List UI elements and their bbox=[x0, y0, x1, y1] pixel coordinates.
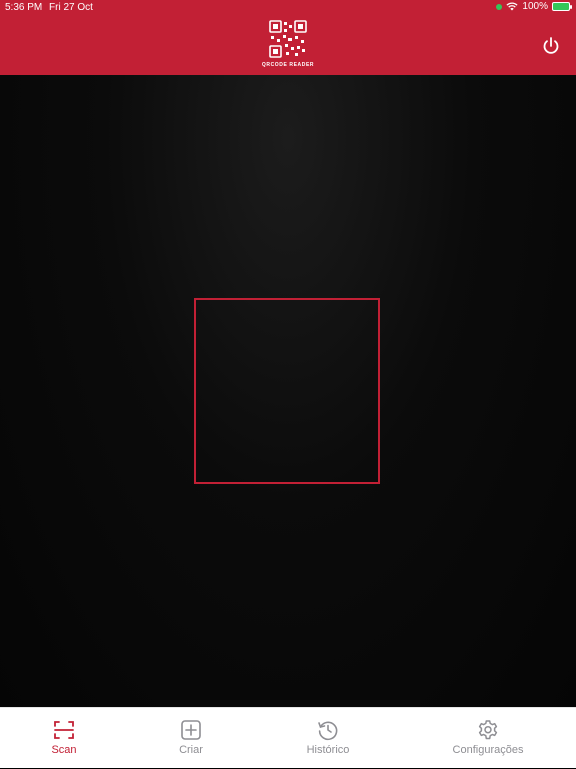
tab-criar[interactable]: Criar bbox=[161, 708, 221, 769]
battery-icon bbox=[552, 2, 572, 11]
qrcode-logo-icon bbox=[269, 20, 307, 58]
plus-square-icon bbox=[181, 720, 201, 740]
power-icon[interactable] bbox=[541, 36, 561, 56]
scan-icon bbox=[54, 721, 74, 739]
tab-historico[interactable]: Histórico bbox=[293, 708, 363, 769]
tab-label-criar: Criar bbox=[179, 744, 203, 756]
tab-label-scan: Scan bbox=[51, 744, 77, 756]
status-right: 100% bbox=[496, 1, 572, 12]
camera-preview[interactable] bbox=[0, 75, 576, 707]
wifi-icon bbox=[506, 2, 518, 11]
battery-percent: 100% bbox=[522, 1, 548, 12]
status-bar: 5:36 PM Fri 27 Oct 100% bbox=[0, 0, 576, 16]
camera-indicator-icon bbox=[496, 3, 503, 10]
scan-frame bbox=[194, 298, 380, 484]
logo-caption: QRCODE READER bbox=[261, 62, 315, 68]
app-header: 5:36 PM Fri 27 Oct 100% QRCODE READER bbox=[0, 0, 576, 75]
tab-scan[interactable]: Scan bbox=[34, 708, 94, 769]
history-icon bbox=[318, 721, 338, 741]
tab-label-configuracoes: Configurações bbox=[452, 744, 524, 756]
app-logo: QRCODE READER bbox=[258, 20, 318, 68]
gear-icon bbox=[478, 720, 498, 740]
tab-configuracoes[interactable]: Configurações bbox=[443, 708, 533, 769]
tab-bar: Scan Criar Histórico Configurações bbox=[0, 707, 576, 768]
status-time: 5:36 PM bbox=[5, 2, 43, 13]
tab-label-historico: Histórico bbox=[306, 744, 350, 756]
status-date: Fri 27 Oct bbox=[49, 2, 93, 13]
